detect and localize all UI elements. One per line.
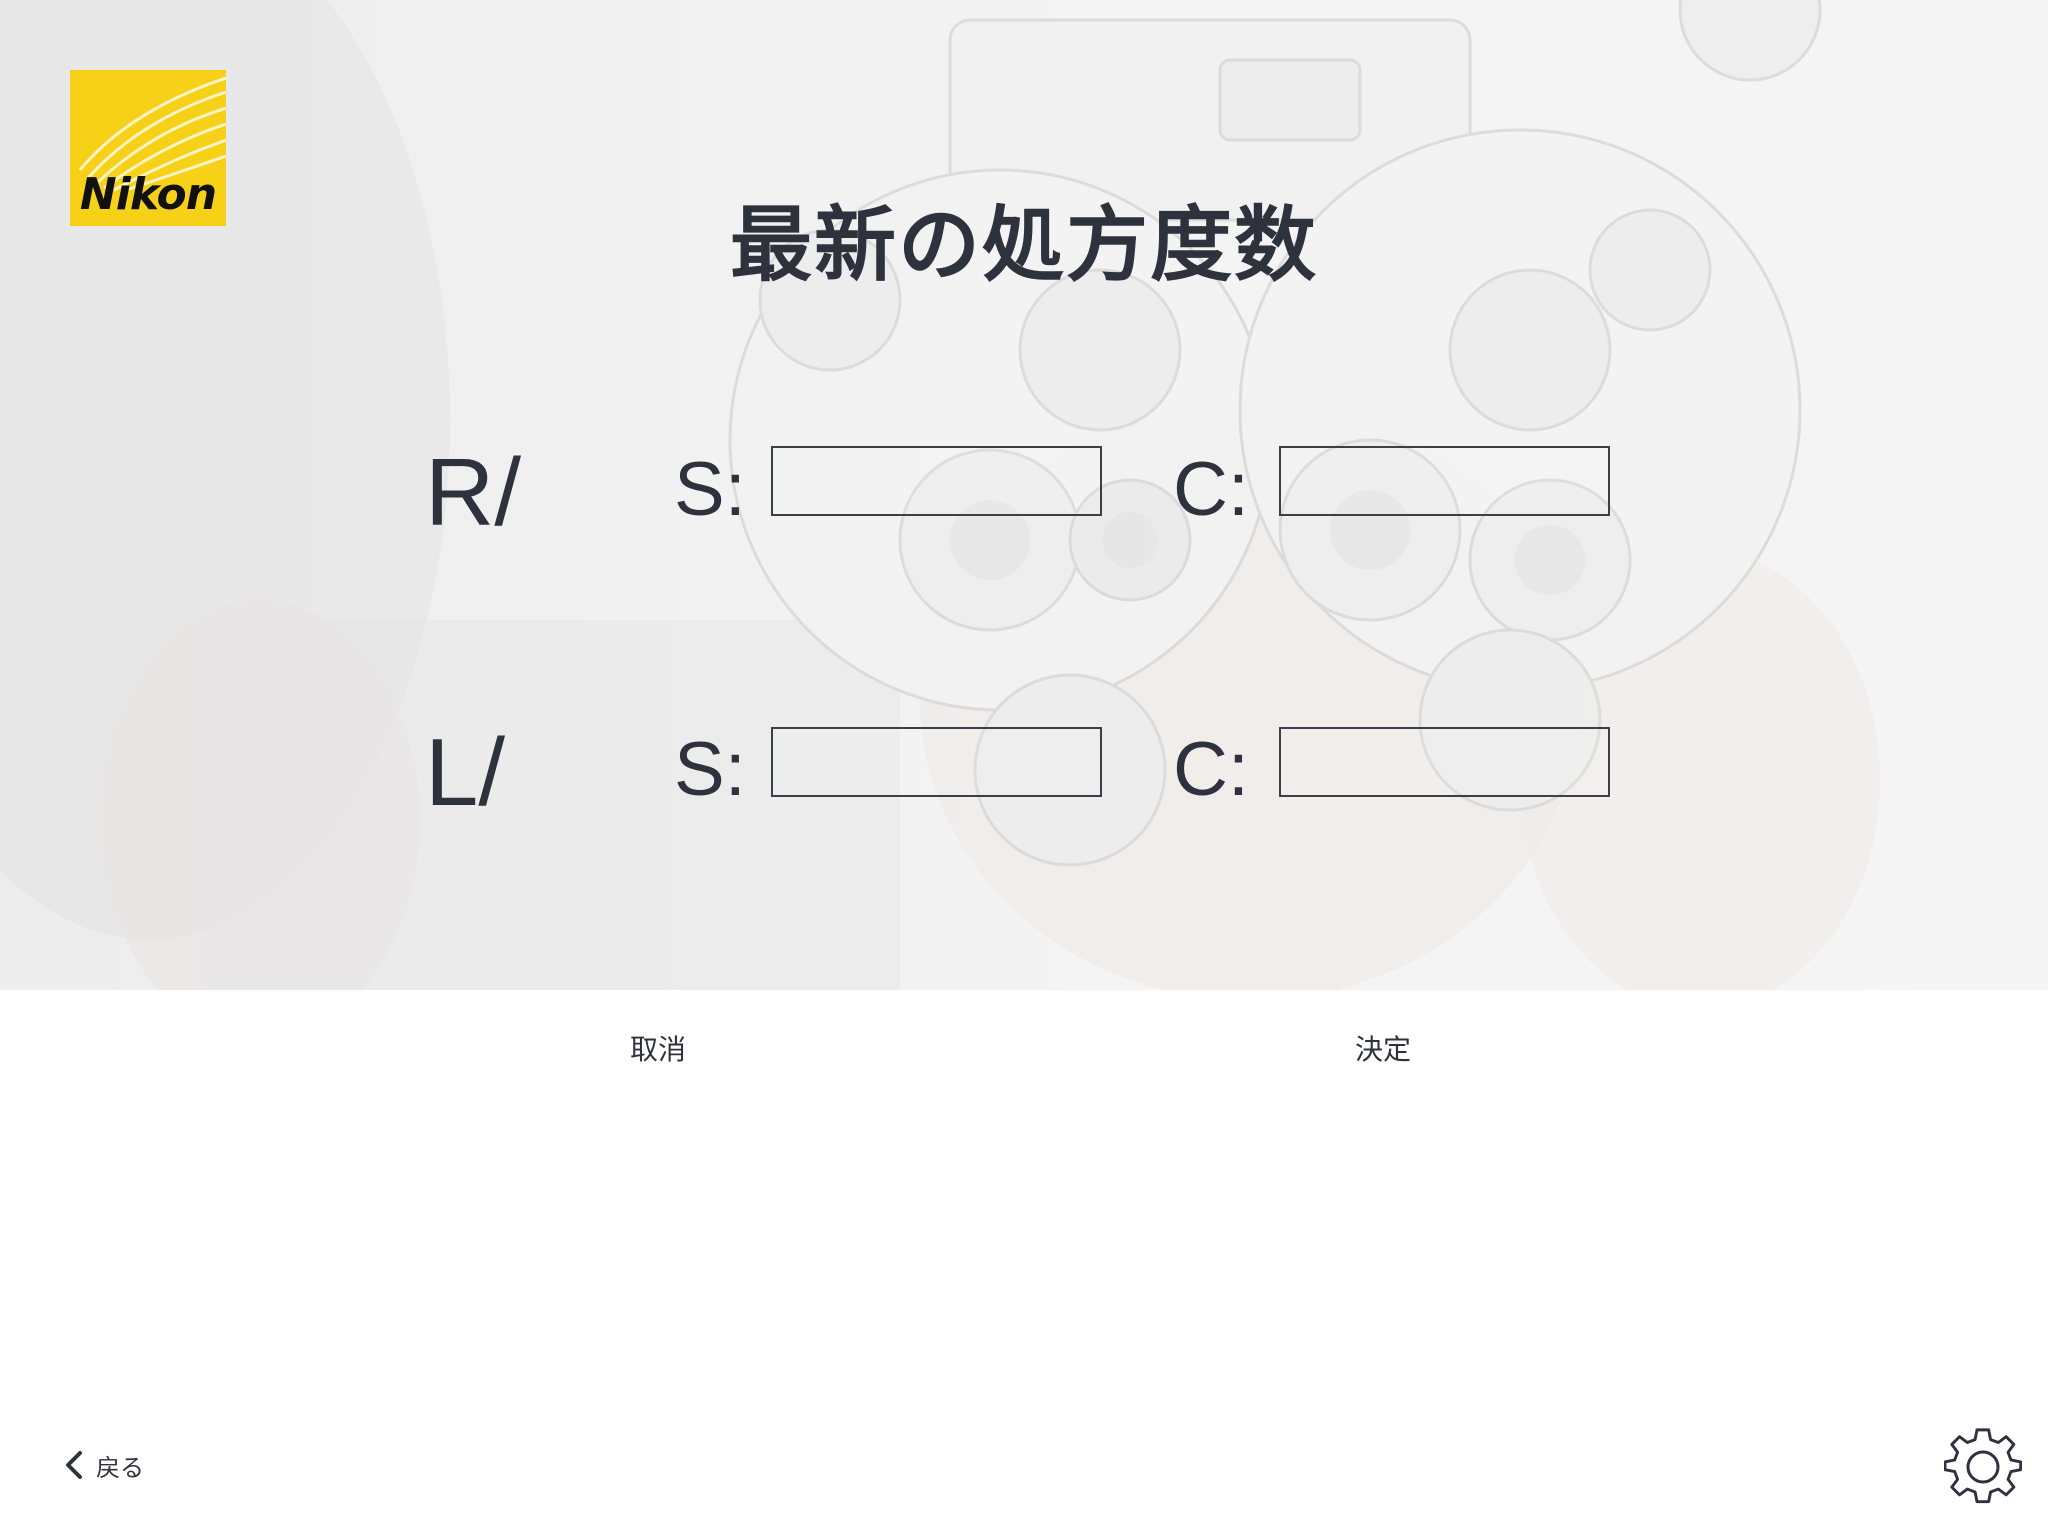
back-label: 戻る — [96, 1453, 144, 1482]
cancel-button[interactable]: 取消 — [508, 1020, 808, 1080]
left-cylinder-label: C: — [1173, 727, 1249, 812]
settings-button[interactable] — [1943, 1428, 2023, 1506]
left-sphere-label: S: — [674, 727, 746, 812]
right-sphere-input[interactable] — [771, 446, 1102, 516]
right-sphere-label: S: — [674, 447, 746, 532]
right-cylinder-input[interactable] — [1279, 446, 1610, 516]
right-cylinder-label: C: — [1173, 447, 1249, 532]
chevron-left-icon — [66, 1451, 82, 1479]
app-screen: Nikon 最新の処方度数 R/ S: C: L/ S: C: 取消 決定 戻る — [0, 0, 2048, 1536]
right-eye-label: R/ — [425, 439, 521, 546]
gear-icon — [1943, 1428, 2023, 1504]
confirm-button[interactable]: 決定 — [1233, 1020, 1533, 1080]
left-sphere-input[interactable] — [771, 727, 1102, 797]
page-title: 最新の処方度数 — [729, 198, 1318, 293]
left-eye-label: L/ — [425, 719, 506, 826]
back-button[interactable]: 戻る — [62, 1443, 144, 1487]
left-cylinder-input[interactable] — [1279, 727, 1610, 797]
